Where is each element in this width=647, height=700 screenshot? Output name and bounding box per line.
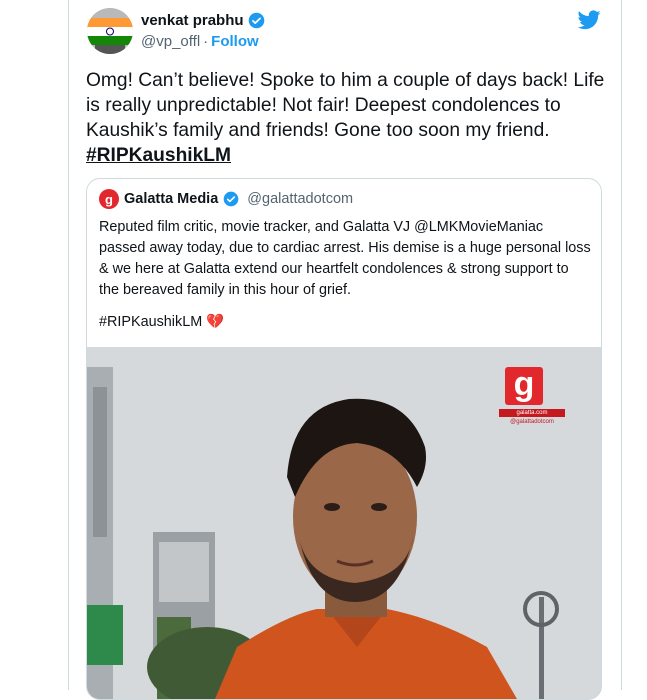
verified-icon (248, 12, 264, 29)
tweet-author: venkat prabhu @vp_offl · Follow (141, 12, 265, 50)
tweet-text: Omg! Can’t believe! Spoke to him a coupl… (86, 70, 605, 141)
author-handle[interactable]: @vp_offl (141, 33, 200, 50)
quoted-tweet-text: Reputed film critic, movie tracker, and … (99, 219, 591, 298)
galatta-logo-handle: @galattadotcom (510, 419, 554, 425)
separator-dot: · (203, 33, 209, 50)
galatta-logo-watermark: g galatta.com @galattadotcom (499, 365, 565, 435)
avatar[interactable] (87, 8, 133, 54)
tweet-body: Omg! Can’t believe! Spoke to him a coupl… (86, 68, 616, 168)
broken-heart-emoji: 💔 (206, 314, 225, 330)
author-name-row: venkat prabhu (141, 12, 265, 29)
quoted-hashtag-row: #RIPKaushikLM 💔 (99, 313, 225, 331)
quoted-tweet[interactable]: g Galatta Media @galattadotcom Reputed f… (86, 178, 602, 700)
quoted-author-name: Galatta Media (124, 191, 219, 207)
quoted-author-handle: @galattadotcom (247, 191, 354, 207)
author-name[interactable]: venkat prabhu (141, 12, 244, 29)
quoted-tweet-header: g Galatta Media @galattadotcom (99, 189, 353, 209)
handle-row: @vp_offl · Follow (141, 33, 265, 50)
verified-icon (223, 191, 239, 207)
galatta-logo-tagline: galatta.com (499, 409, 565, 417)
follow-button[interactable]: Follow (211, 33, 259, 50)
quoted-hashtag: #RIPKaushikLM (99, 313, 203, 330)
twitter-bird-icon[interactable] (578, 10, 601, 30)
quoted-avatar: g (99, 189, 119, 209)
avatar-flag-image (87, 8, 133, 54)
tweet-hashtag-link[interactable]: #RIPKaushikLM (86, 145, 231, 166)
quoted-tweet-photo[interactable]: g galatta.com @galattadotcom (87, 347, 601, 699)
galatta-logo-letter: g (505, 367, 543, 405)
